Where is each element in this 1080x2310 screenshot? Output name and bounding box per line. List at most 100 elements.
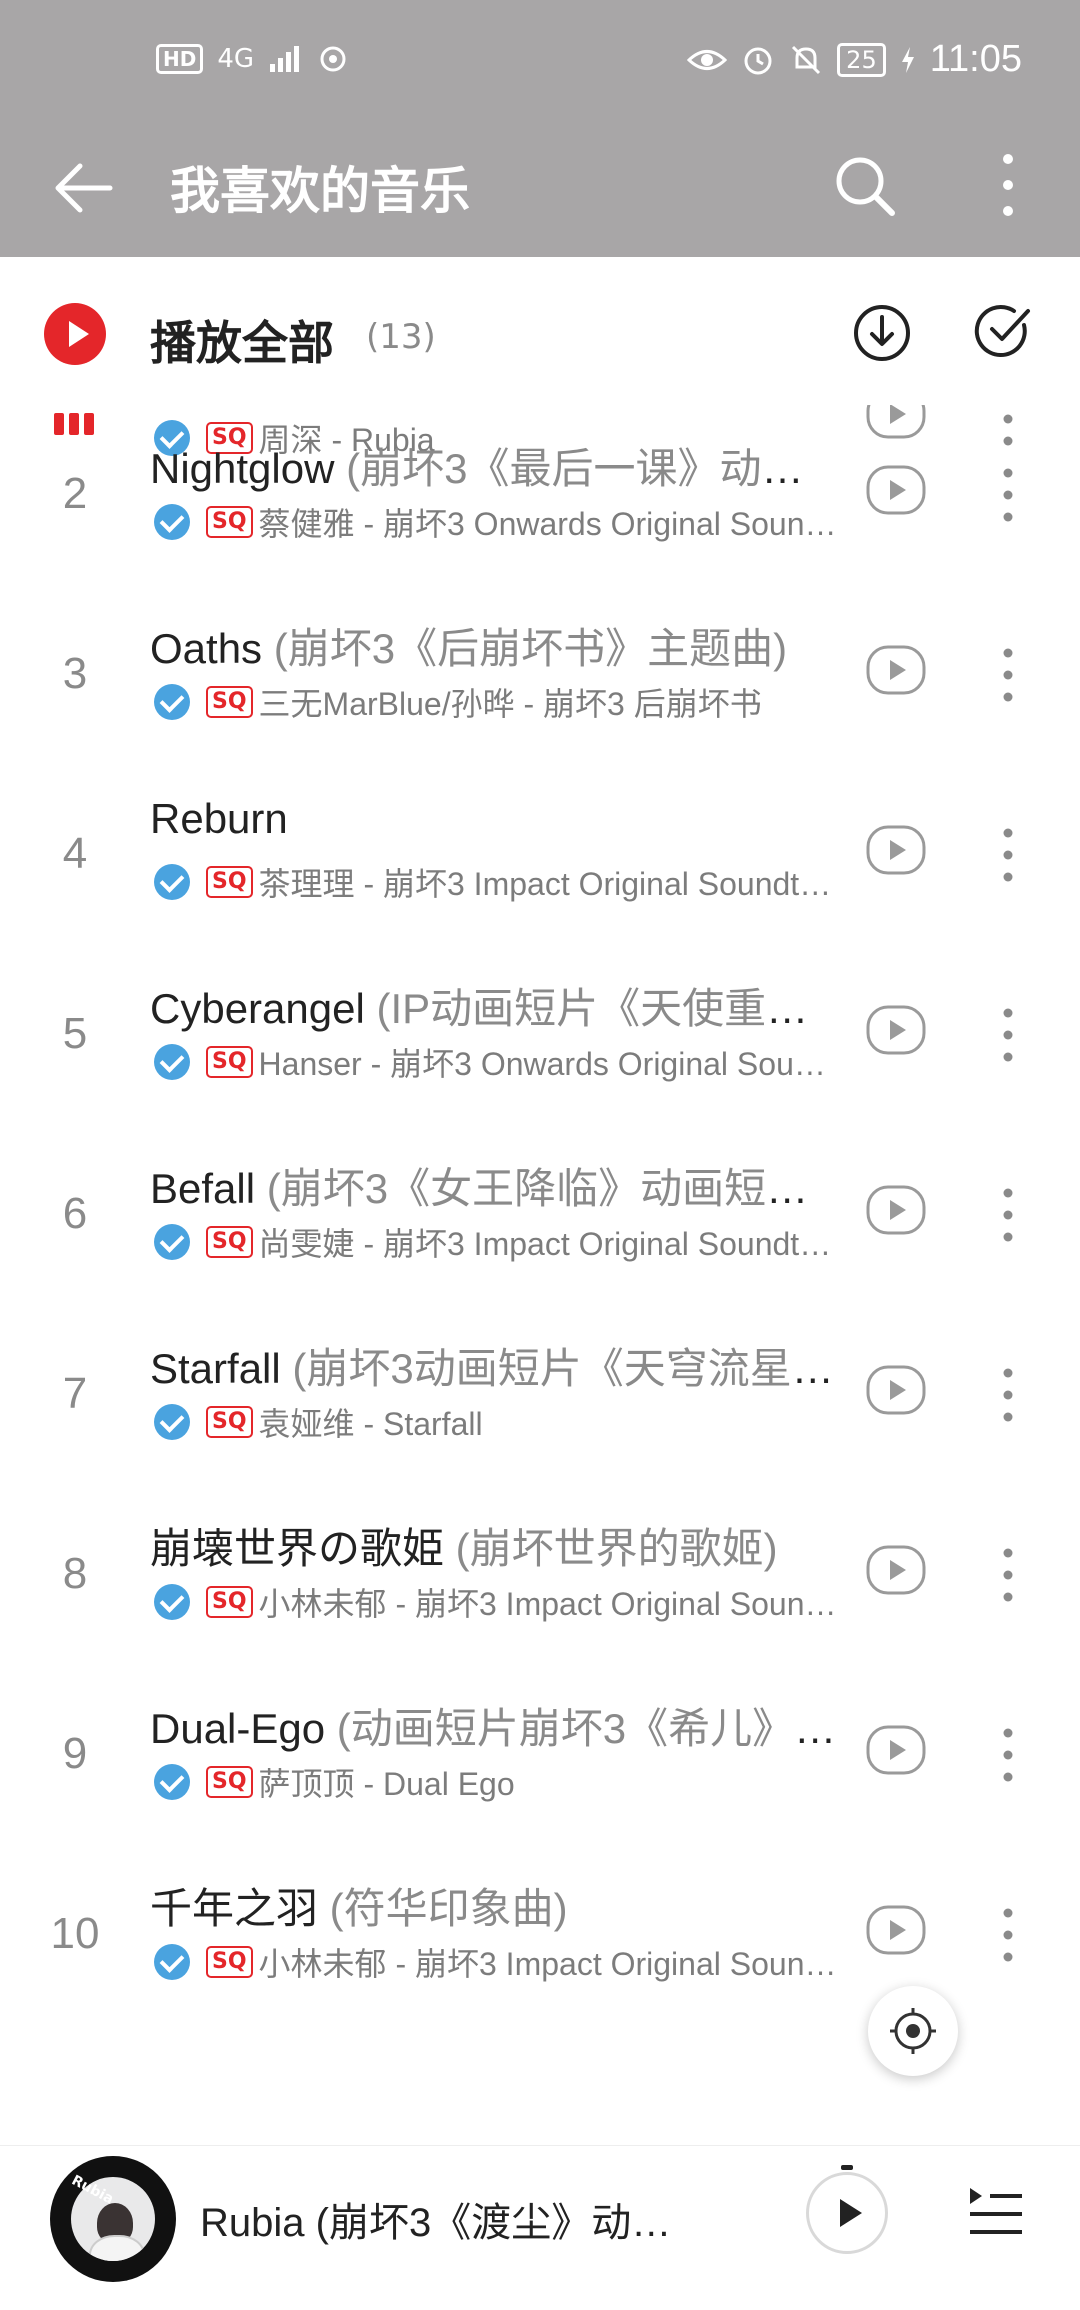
song-title: Starfall (崩坏3动画短片《天穹流星》主题曲) [150,1335,840,1396]
song-subtitle: (崩坏3《后崩坏书》主题曲) [262,625,788,672]
play-all-button[interactable] [44,303,106,365]
song-title: Oaths (崩坏3《后崩坏书》主题曲) [150,615,840,676]
downloaded-check-icon [154,684,190,720]
song-number: 2 [62,469,88,518]
video-play-icon[interactable] [866,645,926,695]
song-title-text: Befall [150,1165,256,1212]
charging-icon [901,46,914,73]
status-bar: HD 4G 25 11:05 [0,0,1080,125]
signal-icon [270,46,300,72]
song-artist-album: 三无MarBlue/孙晔 - 崩坏3 后崩坏书 [258,686,762,722]
song-row[interactable]: 8 崩壊世界の歌姫 (崩坏世界的歌姬) SQ 小林未郁 - 崩坏3 Impact Or… [0,1485,1080,1665]
song-title: Nightglow (崩坏3《最后一课》动画短片主题曲) [150,435,840,496]
song-more-icon[interactable] [990,1723,1026,1787]
hd-voice-icon: HD [156,44,204,74]
song-more-icon[interactable] [990,463,1026,527]
song-row[interactable]: 5Cyberangel (IP动画短片《天使重构》主题曲)SQHanser - … [0,945,1080,1125]
song-meta: SQ 小林未郁 - 崩坏3 Impact Original Soundtrack [154,1939,838,1985]
alarm-icon [744,47,772,74]
song-artist-album: 袁娅维 - Starfall [258,1406,483,1442]
sq-badge: SQ [206,1946,253,1978]
song-title: Befall (崩坏3《女王降临》动画短片主题曲) [150,1155,840,1216]
song-meta: SQ Hanser - 崩坏3 Onwards Original Soundtra… [154,1039,838,1085]
song-meta: SQ 萨顶顶 - Dual Ego [154,1759,838,1805]
song-subtitle: (崩坏世界的歌姬) [444,1525,778,1572]
video-play-icon[interactable] [866,1905,926,1955]
video-play-icon[interactable] [866,1365,926,1415]
song-artist-album: Hanser - 崩坏3 Onwards Original Soundtrack [258,1046,838,1082]
progress-indicator [841,2165,853,2170]
song-count: (13) [366,317,436,357]
song-list: SQ周深 - Rubia2Nightglow (崩坏3《最后一课》动画短片主题曲… [0,405,1080,2145]
song-artist-album: 蔡健雅 - 崩坏3 Onwards Original Soundtrack [258,506,838,542]
video-play-icon[interactable] [866,825,926,875]
playlist-queue-icon[interactable] [966,2182,1026,2242]
title-bar: 我喜欢的音乐 [0,125,1080,257]
song-artist-album: 萨顶顶 - Dual Ego [258,1766,515,1802]
video-play-icon[interactable] [866,1005,926,1055]
download-icon[interactable] [852,303,912,363]
song-title-text: Starfall [150,1345,281,1392]
downloaded-check-icon [154,1584,190,1620]
song-more-icon[interactable] [990,643,1026,707]
play-all-bar: 播放全部 (13) [0,257,1080,405]
song-title: 崩壊世界の歌姫 (崩坏世界的歌姬) [150,1515,840,1576]
multi-select-icon[interactable] [974,301,1034,361]
song-meta: SQ 小林未郁 - 崩坏3 Impact Original Soundtrack [154,1579,838,1625]
song-title-text: 崩壊世界の歌姫 [150,1525,445,1572]
video-play-icon[interactable] [866,1185,926,1235]
song-more-icon[interactable] [990,1903,1026,1967]
song-row[interactable]: 3 Oaths (崩坏3《后崩坏书》主题曲) SQ 三无MarBlue/孙晔 - 崩坏… [0,585,1080,765]
song-number: 10 [50,1909,100,1958]
locate-current-button[interactable] [868,1986,958,2076]
song-meta: SQ 尚雯婕 - 崩坏3 Impact Original Soundtrack [154,1219,838,1265]
song-row[interactable]: 4 Reburn SQ 茶理理 - 崩坏3 Impact Original Sound… [0,765,1080,945]
downloaded-check-icon [154,864,190,900]
song-number: 4 [62,829,88,878]
song-subtitle: (崩坏3《女王降临》动画短片主题曲) [266,1165,840,1212]
downloaded-check-icon [154,1944,190,1980]
sq-badge: SQ [206,1406,253,1438]
song-title: 千年之羽 (符华印象曲) [150,1875,840,1936]
song-title-text: Reburn [150,795,288,842]
video-play-icon[interactable] [866,465,926,515]
song-more-icon[interactable] [990,1543,1026,1607]
song-more-icon[interactable] [990,823,1026,887]
top-bar: HD 4G 25 11:05 我喜欢的音乐 [0,0,1080,257]
song-row[interactable]: 2Nightglow (崩坏3《最后一课》动画短片主题曲)SQ蔡健雅 - 崩坏3… [0,405,1080,585]
song-more-icon[interactable] [990,1183,1026,1247]
downloaded-check-icon [154,1224,190,1260]
song-row[interactable]: 7Starfall (崩坏3动画短片《天穹流星》主题曲)SQ袁娅维 - Star… [0,1305,1080,1485]
sq-badge: SQ [206,1226,253,1258]
video-play-icon[interactable] [866,1725,926,1775]
song-title-text: 千年之羽 [150,1885,319,1932]
more-options-icon[interactable] [990,149,1026,221]
song-row[interactable]: 9Dual-Ego (动画短片崩坏3《希儿》主题曲)SQ萨顶顶 - Dual E… [0,1665,1080,1845]
clock: 11:05 [929,38,1022,80]
song-title: Reburn [150,795,840,843]
song-meta: SQ 袁娅维 - Starfall [154,1399,838,1445]
song-meta: SQ 茶理理 - 崩坏3 Impact Original Soundtrack [154,859,838,905]
sq-badge: SQ [206,1586,253,1618]
search-icon[interactable] [830,151,900,221]
song-artist-album: 茶理理 - 崩坏3 Impact Original Soundtrack [258,866,838,902]
song-more-icon[interactable] [990,1363,1026,1427]
song-subtitle: (崩坏3动画短片《天穹流星》主题曲) [292,1345,840,1392]
back-arrow-icon[interactable] [50,155,116,221]
song-subtitle: (崩坏3《最后一课》动画短片主题曲) [346,445,840,492]
song-number: 9 [62,1729,88,1778]
play-pause-button[interactable] [806,2172,888,2254]
song-meta: SQ 蔡健雅 - 崩坏3 Onwards Original Soundtrack [154,499,838,545]
now-playing-title[interactable]: Rubia (崩坏3《渡尘》动画短片印象曲) [200,2190,700,2248]
video-play-icon[interactable] [866,1545,926,1595]
album-disc[interactable]: Rubia [50,2156,176,2282]
downloaded-check-icon [154,1044,190,1080]
sq-badge: SQ [206,506,253,538]
mini-player[interactable]: Rubia Rubia (崩坏3《渡尘》动画短片印象曲) [0,2145,1080,2310]
song-row[interactable]: 6Befall (崩坏3《女王降临》动画短片主题曲)SQ尚雯婕 - 崩坏3 Im… [0,1125,1080,1305]
eye-comfort-icon [687,49,728,70]
song-title-text: Dual-Ego [150,1705,326,1752]
downloaded-check-icon [154,1404,190,1440]
song-more-icon[interactable] [990,1003,1026,1067]
play-all-label[interactable]: 播放全部 [150,307,334,373]
